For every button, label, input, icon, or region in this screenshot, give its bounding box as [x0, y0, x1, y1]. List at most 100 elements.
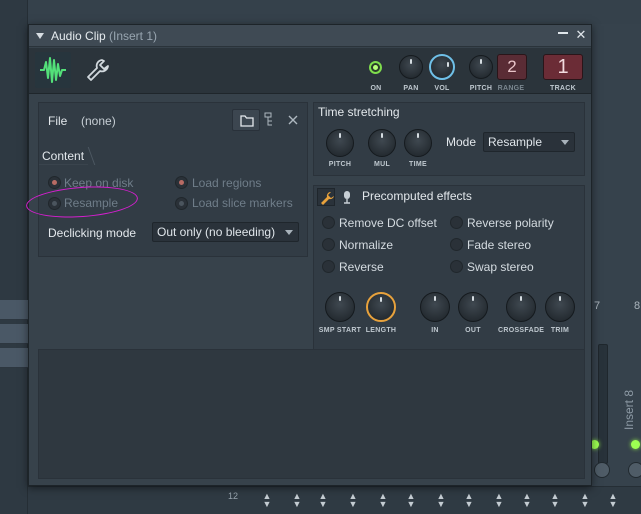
- declicking-mode-label: Declicking mode: [48, 226, 137, 240]
- volume-knob[interactable]: [429, 54, 455, 80]
- normalize-label: Normalize: [339, 238, 394, 252]
- updown-arrows-icon: ▲ ▼: [494, 491, 504, 509]
- out-label: OUT: [465, 327, 481, 334]
- mode-label: Mode: [446, 135, 477, 149]
- background-row: [0, 324, 28, 344]
- background-top: [28, 0, 641, 24]
- open-file-button[interactable]: [232, 109, 260, 131]
- background-row: [0, 300, 28, 320]
- background-knob: [628, 462, 641, 478]
- window-titlebar[interactable]: Audio Clip (Insert 1) ✕: [29, 25, 591, 47]
- vol-label: VOL: [434, 85, 450, 92]
- crossfade-knob[interactable]: [506, 292, 536, 322]
- stretch-mode-value: Resample: [488, 135, 543, 149]
- content-tab[interactable]: Content: [39, 147, 88, 165]
- trim-knob[interactable]: [545, 292, 575, 322]
- effects-plugin-tab[interactable]: [339, 188, 355, 206]
- chevron-down-icon: [285, 230, 293, 235]
- fade-stereo-checkbox[interactable]: [450, 238, 463, 251]
- remove-dc-offset-checkbox[interactable]: [322, 216, 335, 229]
- minimize-button[interactable]: [555, 27, 571, 43]
- window-menu-icon[interactable]: [36, 33, 44, 39]
- remove-dc-offset-label: Remove DC offset: [339, 216, 437, 230]
- on-led-toggle[interactable]: [369, 61, 382, 74]
- load-regions-checkbox[interactable]: [175, 176, 188, 189]
- stretch-mode-select[interactable]: Resample: [483, 132, 575, 152]
- updown-arrows-icon: ▲ ▼: [550, 491, 560, 509]
- mixer-strip-number-8: 8: [634, 300, 641, 312]
- normalize-checkbox[interactable]: [322, 238, 335, 251]
- stretch-time-label: TIME: [409, 161, 427, 168]
- close-button[interactable]: ✕: [573, 27, 589, 43]
- updown-arrows-icon: ▲ ▼: [406, 491, 416, 509]
- background-fader: [598, 344, 608, 464]
- stretch-pitch-knob[interactable]: [326, 129, 354, 157]
- declicking-mode-value: Out only (no bleeding): [157, 225, 276, 239]
- swap-stereo-label: Swap stereo: [467, 260, 534, 274]
- file-content-panel: File (none) Content Keep on disk Resampl…: [38, 102, 308, 257]
- effects-wrench-tab[interactable]: [317, 188, 335, 206]
- precomputed-effects-panel: Precomputed effects Remove DC offset Rev…: [313, 185, 585, 363]
- updown-arrows-icon: ▲ ▼: [348, 491, 358, 509]
- minimize-icon: [558, 32, 568, 34]
- window-subtitle: (Insert 1): [109, 29, 158, 43]
- updown-arrows-icon: ▲ ▼: [464, 491, 474, 509]
- settings-tab[interactable]: [83, 56, 111, 84]
- close-icon: [288, 115, 298, 125]
- smp-start-knob[interactable]: [325, 292, 355, 322]
- clip-toolbar: ON PAN VOL PITCH 2 RANGE 1 TRACK: [29, 48, 591, 94]
- stretch-pitch-label: PITCH: [328, 161, 352, 168]
- background-knob: [594, 462, 610, 478]
- trim-label: TRIM: [550, 327, 570, 334]
- range-label: RANGE: [497, 85, 525, 92]
- updown-arrows-icon: ▲ ▼: [436, 491, 446, 509]
- file-label: File: [48, 114, 68, 128]
- updown-arrows-icon: ▲ ▼: [292, 491, 302, 509]
- in-label: IN: [431, 327, 439, 334]
- background-led-icon: [631, 440, 640, 449]
- wrench-icon: [321, 192, 334, 205]
- time-stretching-panel: Time stretching PITCH MUL TIME Mode Resa…: [313, 102, 585, 176]
- folder-icon: [240, 115, 254, 127]
- clear-file-button[interactable]: [283, 109, 303, 131]
- stretch-mul-label: MUL: [373, 161, 391, 168]
- waveform-display[interactable]: [38, 349, 585, 479]
- fade-in-knob[interactable]: [420, 292, 450, 322]
- pitch-range-display[interactable]: 2: [497, 54, 527, 80]
- pitch-knob[interactable]: [469, 55, 493, 79]
- stretch-mul-knob[interactable]: [368, 129, 396, 157]
- background-row: [0, 348, 28, 368]
- waveform-tab[interactable]: [35, 52, 71, 88]
- stretch-time-knob[interactable]: [404, 129, 432, 157]
- pan-knob[interactable]: [399, 55, 423, 79]
- precomputed-effects-title: Precomputed effects: [362, 189, 472, 203]
- swap-stereo-checkbox[interactable]: [450, 260, 463, 273]
- chevron-down-icon: [561, 140, 569, 145]
- audio-clip-window: Audio Clip (Insert 1) ✕ ON PAN VOL PITCH: [25, 24, 592, 486]
- window-title: Audio Clip: [51, 29, 106, 43]
- file-tree-button[interactable]: [261, 109, 281, 131]
- length-label: LENGTH: [365, 327, 397, 334]
- updown-arrows-icon: ▲ ▼: [378, 491, 388, 509]
- fade-out-knob[interactable]: [458, 292, 488, 322]
- length-knob[interactable]: [366, 292, 396, 322]
- updown-arrows-icon: ▲ ▼: [580, 491, 590, 509]
- background-left-panel: [0, 0, 28, 514]
- reverse-polarity-checkbox[interactable]: [450, 216, 463, 229]
- time-stretching-title: Time stretching: [318, 105, 400, 119]
- load-slice-markers-label: Load slice markers: [192, 196, 293, 210]
- wrench-icon: [87, 59, 109, 81]
- declicking-mode-select[interactable]: Out only (no bleeding): [152, 222, 299, 242]
- on-label: ON: [370, 85, 382, 92]
- insert-8-label: Insert 8: [622, 389, 636, 430]
- fade-stereo-label: Fade stereo: [467, 238, 532, 252]
- load-slice-markers-checkbox[interactable]: [175, 197, 188, 210]
- reverse-checkbox[interactable]: [322, 260, 335, 273]
- track-label: TRACK: [550, 85, 576, 92]
- keep-on-disk-radio[interactable]: [48, 176, 61, 189]
- updown-arrows-icon: ▲ ▼: [522, 491, 532, 509]
- waveform-icon: [40, 57, 66, 83]
- crossfade-label: CROSSFADE: [498, 327, 545, 334]
- reverse-label: Reverse: [339, 260, 384, 274]
- track-selector[interactable]: 1: [543, 54, 583, 80]
